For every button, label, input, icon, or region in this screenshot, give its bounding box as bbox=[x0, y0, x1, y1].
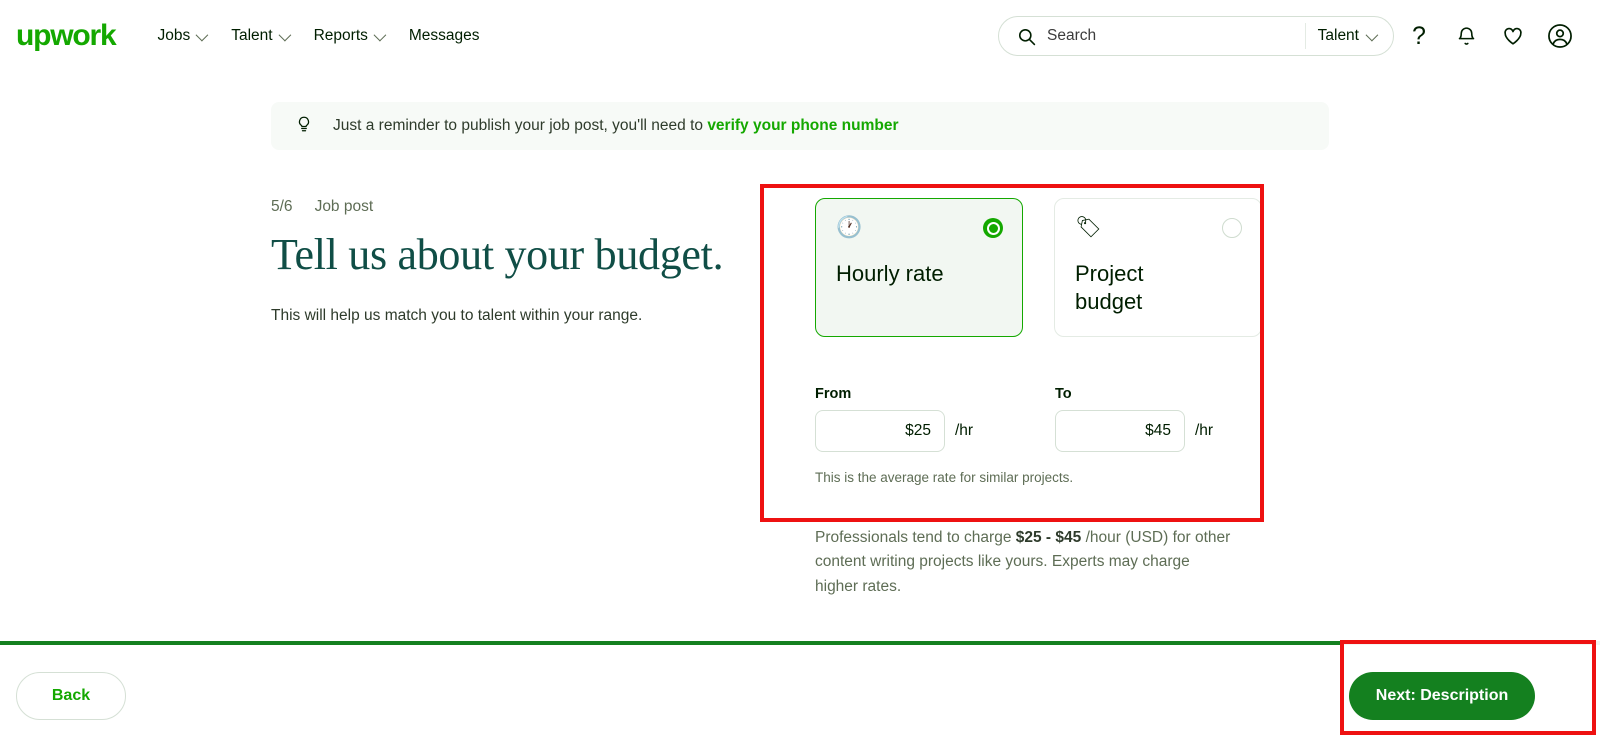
step-name: Job post bbox=[314, 198, 374, 215]
price-tag-icon: 🏷 bbox=[1075, 216, 1102, 239]
wizard-footer: Back Next: Description bbox=[0, 645, 1600, 747]
rate-to-field: To /hr bbox=[1055, 386, 1267, 452]
budget-type-options: 🕐 Hourly rate 🏷 Project budget bbox=[815, 198, 1329, 337]
radio-hourly-rate-selected[interactable] bbox=[983, 218, 1003, 238]
main-content-inner: 5/6 Job post Tell us about your budget. … bbox=[271, 188, 1329, 599]
next-description-button[interactable]: Next: Description bbox=[1349, 672, 1535, 720]
upwork-logo[interactable]: upwork bbox=[16, 21, 117, 51]
budget-option-hourly-rate-label: Hourly rate bbox=[836, 261, 944, 286]
reminder-banner: Just a reminder to publish your job post… bbox=[271, 102, 1329, 150]
user-avatar-icon[interactable] bbox=[1538, 14, 1582, 58]
nav-item-talent[interactable]: Talent bbox=[231, 27, 291, 45]
radio-project-budget-unselected[interactable] bbox=[1222, 218, 1242, 238]
chevron-down-icon bbox=[373, 28, 387, 41]
rate-to-input-row: /hr bbox=[1055, 410, 1267, 452]
reminder-banner-text: Just a reminder to publish your job post… bbox=[333, 117, 899, 135]
rate-to-unit: /hr bbox=[1195, 422, 1214, 439]
search-scope-label: Talent bbox=[1317, 27, 1359, 44]
favorites-heart-icon[interactable] bbox=[1491, 14, 1535, 58]
header-actions: Talent ? bbox=[998, 14, 1582, 58]
back-button[interactable]: Back bbox=[16, 672, 126, 720]
notifications-bell-icon[interactable] bbox=[1444, 14, 1488, 58]
main-content: 5/6 Job post Tell us about your budget. … bbox=[0, 150, 1600, 599]
rate-from-label: From bbox=[815, 386, 852, 402]
rate-market-note-range: $25 - $45 bbox=[1015, 529, 1082, 546]
nav-item-talent-label: Talent bbox=[231, 27, 273, 44]
search-bar[interactable]: Talent bbox=[998, 16, 1394, 56]
step-indicator: 5/6 Job post bbox=[271, 198, 776, 216]
intro-column: 5/6 Job post Tell us about your budget. … bbox=[271, 188, 776, 599]
top-navigation-bar: upwork Jobs Talent Reports Messages Sear… bbox=[0, 0, 1600, 72]
clock-icon: 🕐 bbox=[836, 216, 863, 239]
rate-from-unit: /hr bbox=[955, 422, 974, 439]
lightbulb-icon bbox=[295, 113, 313, 140]
search-input[interactable] bbox=[1036, 27, 1301, 45]
step-counter: 5/6 bbox=[271, 198, 293, 215]
rate-market-note-prefix: Professionals tend to charge bbox=[815, 529, 1016, 546]
budget-column: 🕐 Hourly rate 🏷 Project budget From /hr bbox=[776, 188, 1329, 599]
chevron-down-icon bbox=[1365, 28, 1379, 41]
rate-to-input[interactable] bbox=[1055, 410, 1185, 452]
nav-item-jobs-label: Jobs bbox=[157, 27, 191, 44]
chevron-down-icon bbox=[195, 28, 209, 41]
help-icon[interactable]: ? bbox=[1397, 14, 1441, 58]
nav-item-messages-label: Messages bbox=[408, 27, 480, 44]
help-icon-glyph: ? bbox=[1412, 21, 1426, 50]
reminder-banner-container: Just a reminder to publish your job post… bbox=[0, 72, 1600, 150]
search-icon bbox=[1017, 27, 1036, 46]
page-title: Tell us about your budget. bbox=[271, 230, 724, 279]
nav-item-jobs[interactable]: Jobs bbox=[157, 27, 209, 45]
rate-market-note: Professionals tend to charge $25 - $45 /… bbox=[815, 526, 1235, 599]
budget-option-hourly-rate[interactable]: 🕐 Hourly rate bbox=[815, 198, 1023, 337]
search-scope-selector[interactable]: Talent bbox=[1318, 27, 1387, 45]
nav-item-messages[interactable]: Messages bbox=[409, 27, 480, 45]
rate-from-field: From /hr bbox=[815, 386, 1027, 452]
reminder-banner-message: Just a reminder to publish your job post… bbox=[333, 117, 708, 134]
verify-phone-link[interactable]: verify your phone number bbox=[707, 117, 898, 134]
chevron-down-icon bbox=[278, 28, 291, 41]
nav-item-reports[interactable]: Reports bbox=[313, 27, 387, 45]
search-divider bbox=[1304, 23, 1306, 49]
rate-range-fields: From /hr To /hr bbox=[815, 386, 1329, 452]
rate-from-input[interactable] bbox=[815, 410, 945, 452]
rate-to-label: To bbox=[1055, 386, 1072, 402]
budget-option-project-budget-label: Project budget bbox=[1075, 261, 1144, 314]
page-subtitle: This will help us match you to talent wi… bbox=[271, 306, 643, 324]
rate-from-input-row: /hr bbox=[815, 410, 1027, 452]
budget-option-project-budget[interactable]: 🏷 Project budget bbox=[1054, 198, 1262, 337]
nav-item-reports-label: Reports bbox=[313, 27, 368, 44]
rate-helper-text: This is the average rate for similar pro… bbox=[815, 470, 1074, 485]
main-nav: Jobs Talent Reports Messages bbox=[157, 27, 479, 45]
